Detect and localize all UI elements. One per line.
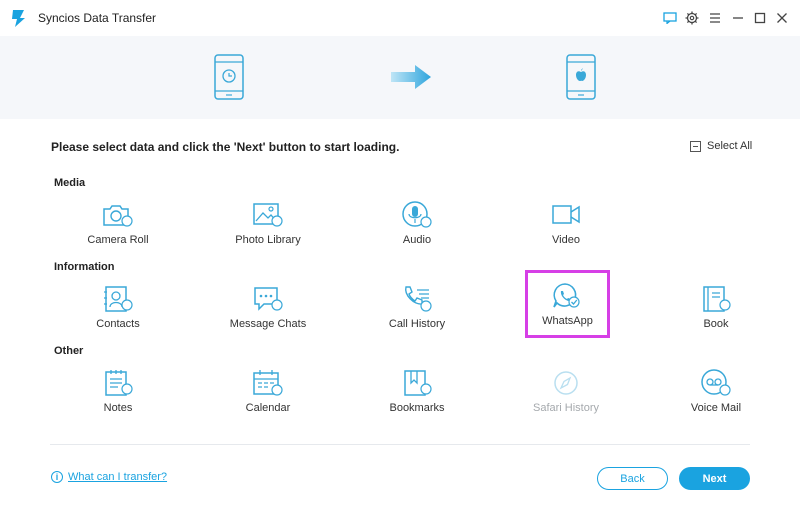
notes-icon [105, 370, 133, 396]
item-notes[interactable]: Notes [63, 369, 173, 429]
item-video[interactable]: Video [511, 201, 621, 261]
item-label: Camera Roll [87, 234, 149, 246]
chat-bubble-icon [254, 287, 283, 311]
checkbox-indeterminate-icon [690, 140, 701, 152]
feedback-icon[interactable] [661, 9, 679, 27]
item-call-history[interactable]: Call History [362, 285, 472, 345]
bookmark-icon [404, 370, 432, 396]
book-icon [703, 286, 731, 312]
select-all-checkbox[interactable]: Select All [690, 140, 752, 152]
item-label: Call History [388, 318, 446, 330]
item-label: Contacts [96, 318, 140, 330]
item-label: Notes [103, 402, 133, 414]
microphone-icon [402, 201, 432, 228]
transfer-arrow-icon [391, 65, 431, 89]
target-iphone-icon [566, 54, 596, 100]
contacts-icon [104, 286, 133, 312]
section-title-information: Information [54, 261, 115, 273]
item-message-chats[interactable]: Message Chats [213, 285, 323, 345]
instruction-text: Please select data and click the 'Next' … [51, 140, 400, 154]
item-label: Bookmarks [389, 402, 445, 414]
item-contacts[interactable]: Contacts [63, 285, 173, 345]
item-label: Safari History [532, 402, 600, 414]
item-label: Video [552, 234, 580, 246]
app-logo-icon [12, 10, 25, 27]
next-button[interactable]: Next [679, 467, 750, 490]
camera-icon [103, 205, 133, 227]
video-camera-icon [552, 205, 580, 224]
maximize-icon[interactable] [751, 9, 769, 27]
item-label: Book [703, 318, 729, 330]
item-label: Audio [402, 234, 432, 246]
item-voice-mail[interactable]: Voice Mail [661, 369, 771, 429]
item-label: WhatsApp [542, 315, 593, 327]
menu-icon[interactable] [706, 9, 724, 27]
select-all-label: Select All [707, 140, 753, 152]
item-whatsapp[interactable]: WhatsApp [525, 270, 610, 338]
compass-icon [554, 371, 578, 395]
calendar-icon [253, 370, 283, 396]
minimize-icon[interactable] [729, 9, 747, 27]
item-book[interactable]: Book [661, 285, 771, 345]
help-link-text[interactable]: What can I transfer? [68, 471, 167, 483]
item-bookmarks[interactable]: Bookmarks [362, 369, 472, 429]
back-button[interactable]: Back [597, 467, 668, 490]
app-title: Syncios Data Transfer [38, 11, 157, 25]
item-label: Voice Mail [690, 402, 742, 414]
item-label: Calendar [245, 402, 291, 414]
item-label: Photo Library [235, 234, 301, 246]
transfer-banner [0, 36, 800, 119]
item-safari-history: Safari History [511, 369, 621, 429]
close-icon[interactable] [773, 9, 791, 27]
help-link[interactable]: i What can I transfer? [51, 471, 167, 483]
item-calendar[interactable]: Calendar [213, 369, 323, 429]
item-audio[interactable]: Audio [362, 201, 472, 261]
item-label: Message Chats [229, 318, 307, 330]
phone-list-icon [405, 286, 432, 312]
voicemail-icon [701, 369, 731, 396]
settings-icon[interactable] [683, 9, 701, 27]
whatsapp-icon [553, 283, 580, 308]
divider [50, 444, 750, 445]
section-title-other: Other [54, 345, 84, 357]
info-icon: i [51, 471, 63, 483]
source-phone-icon [214, 54, 244, 100]
section-title-media: Media [54, 177, 86, 189]
item-photo-library[interactable]: Photo Library [213, 201, 323, 261]
item-camera-roll[interactable]: Camera Roll [63, 201, 173, 261]
photo-icon [253, 203, 283, 227]
title-bar: Syncios Data Transfer [0, 0, 800, 36]
